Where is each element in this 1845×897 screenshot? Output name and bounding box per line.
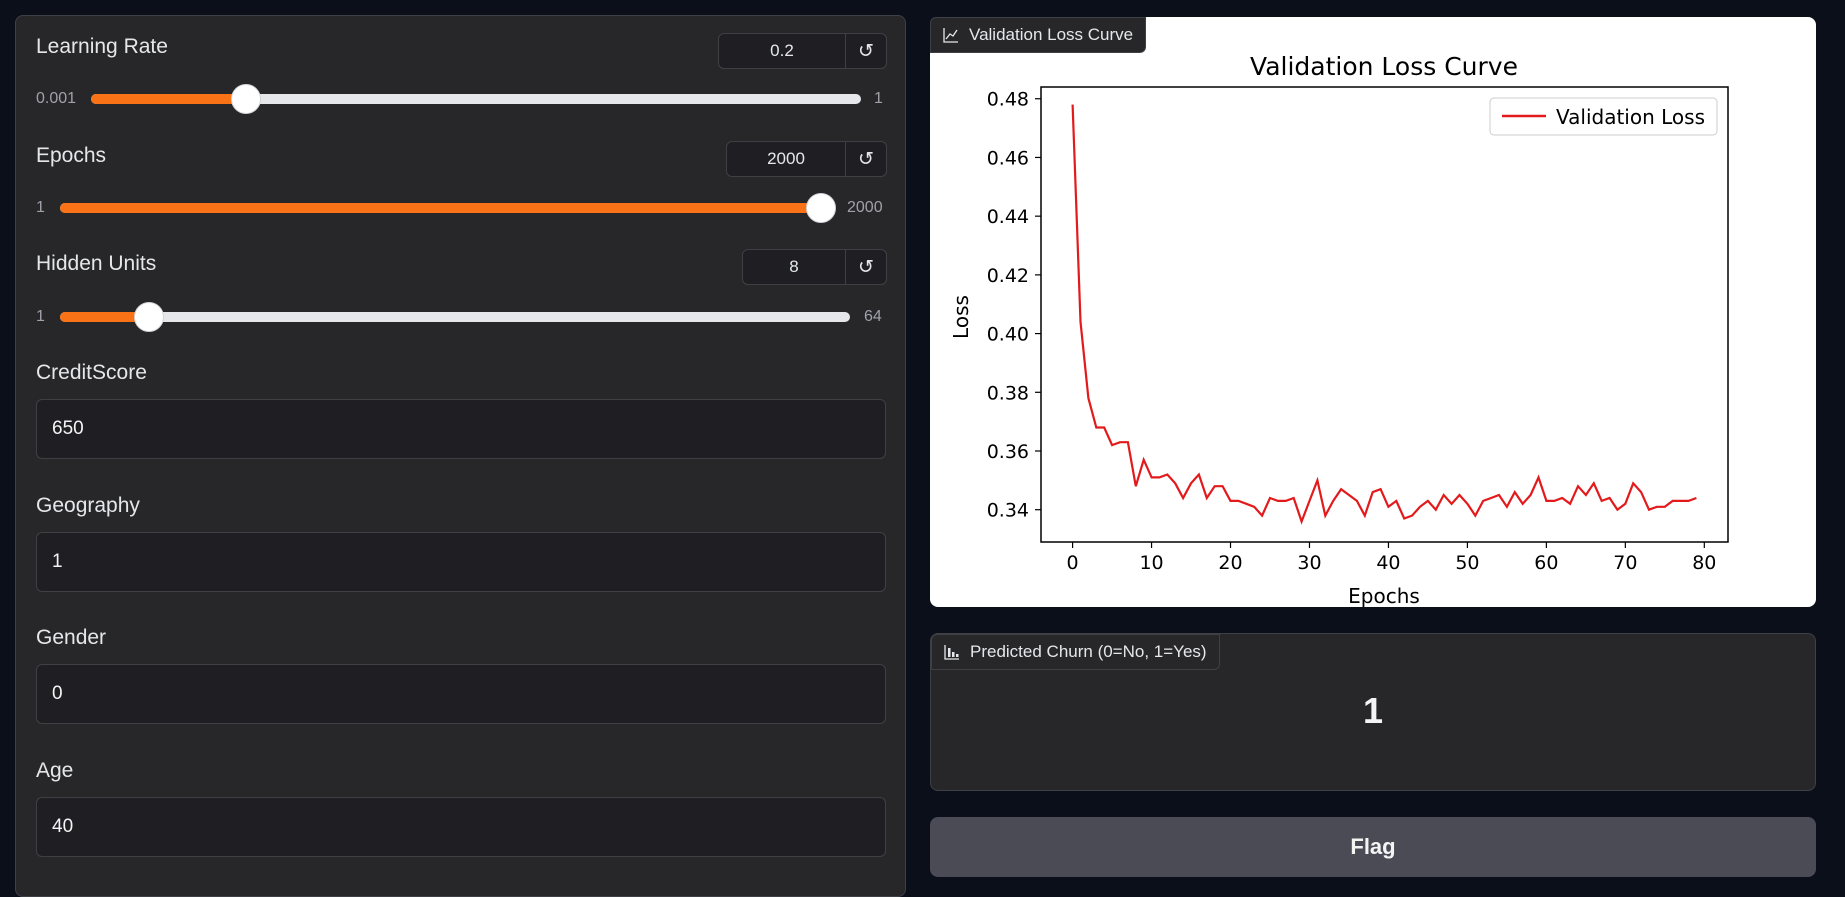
learning-rate-slider-fill bbox=[91, 94, 245, 104]
x-tick-label: 30 bbox=[1297, 552, 1321, 574]
x-tick-label: 60 bbox=[1534, 552, 1558, 574]
hidden-units-slider-thumb[interactable] bbox=[133, 302, 164, 332]
creditscore-input[interactable]: 650 bbox=[36, 399, 886, 459]
learning-rate-slider-thumb[interactable] bbox=[231, 84, 261, 114]
y-tick-label: 0.34 bbox=[987, 500, 1029, 522]
epochs-slider[interactable] bbox=[60, 193, 836, 223]
y-tick-label: 0.40 bbox=[987, 324, 1029, 346]
y-tick-label: 0.48 bbox=[987, 89, 1029, 111]
x-axis-ticks: 0 10 20 30 40 50 60 70 80 bbox=[1067, 542, 1716, 574]
chart-xlabel: Epochs bbox=[1348, 584, 1420, 607]
output-label-text: Predicted Churn (0=No, 1=Yes) bbox=[970, 642, 1207, 661]
flag-button[interactable]: Flag bbox=[930, 817, 1816, 877]
reset-icon: ↺ bbox=[858, 40, 874, 62]
age-input[interactable]: 40 bbox=[36, 797, 886, 857]
epochs-slider-fill bbox=[60, 203, 820, 213]
x-tick-label: 50 bbox=[1455, 552, 1479, 574]
geography-input[interactable]: 1 bbox=[36, 532, 886, 592]
hidden-units-input[interactable]: 8 bbox=[743, 257, 845, 277]
epochs-input[interactable]: 2000 bbox=[727, 149, 845, 169]
plot-label-text: Validation Loss Curve bbox=[969, 25, 1134, 44]
learning-rate-reset-button[interactable]: ↺ bbox=[845, 34, 886, 68]
hidden-units-number-box: 8 ↺ bbox=[742, 249, 887, 285]
y-tick-label: 0.46 bbox=[987, 147, 1029, 169]
epochs-reset-button[interactable]: ↺ bbox=[845, 142, 886, 176]
line-chart-icon bbox=[943, 28, 958, 43]
learning-rate-max: 1 bbox=[874, 90, 883, 107]
y-tick-label: 0.38 bbox=[987, 382, 1029, 404]
x-tick-label: 70 bbox=[1613, 552, 1637, 574]
chart-legend: Validation Loss bbox=[1489, 97, 1718, 136]
age-label: Age bbox=[36, 759, 74, 782]
hidden-units-max: 64 bbox=[864, 308, 882, 325]
epochs-number-box: 2000 ↺ bbox=[726, 141, 887, 177]
learning-rate-number-box: 0.2 ↺ bbox=[718, 33, 887, 69]
epochs-slider-thumb[interactable] bbox=[806, 193, 836, 223]
parameters-panel: Learning Rate 0.2 ↺ 0.001 1 Epochs 2000 … bbox=[15, 15, 906, 897]
validation-loss-series-line bbox=[1071, 104, 1697, 525]
learning-rate-slider[interactable] bbox=[91, 84, 861, 114]
y-tick-label: 0.44 bbox=[987, 206, 1029, 228]
chart-ylabel: Loss bbox=[949, 295, 973, 339]
legend-label: Validation Loss bbox=[1556, 105, 1705, 129]
plot-label-tab: Validation Loss Curve bbox=[930, 17, 1147, 53]
reset-icon: ↺ bbox=[858, 256, 874, 278]
learning-rate-input[interactable]: 0.2 bbox=[719, 41, 845, 61]
prediction-output-panel: Predicted Churn (0=No, 1=Yes) 1 bbox=[930, 633, 1816, 791]
y-tick-label: 0.42 bbox=[987, 265, 1029, 287]
epochs-max: 2000 bbox=[847, 199, 883, 216]
plot-panel: Validation Loss Curve Epochs Loss 0 10 20 3… bbox=[930, 17, 1816, 608]
gender-input[interactable]: 0 bbox=[36, 664, 886, 724]
plot-area-frame bbox=[1040, 86, 1729, 543]
hidden-units-min: 1 bbox=[36, 308, 45, 325]
gender-label: Gender bbox=[36, 626, 107, 649]
x-tick-label: 20 bbox=[1218, 552, 1242, 574]
x-tick-label: 40 bbox=[1376, 552, 1400, 574]
learning-rate-min: 0.001 bbox=[36, 90, 77, 107]
learning-rate-label: Learning Rate bbox=[36, 35, 168, 58]
geography-label: Geography bbox=[36, 494, 140, 517]
output-label-tab: Predicted Churn (0=No, 1=Yes) bbox=[931, 634, 1220, 670]
predicted-churn-value: 1 bbox=[1362, 690, 1384, 731]
hidden-units-label: Hidden Units bbox=[36, 252, 157, 275]
hidden-units-reset-button[interactable]: ↺ bbox=[845, 250, 886, 284]
y-tick-label: 0.36 bbox=[987, 441, 1029, 463]
reset-icon: ↺ bbox=[858, 148, 874, 170]
x-tick-label: 80 bbox=[1692, 552, 1716, 574]
chart-title: Validation Loss Curve bbox=[1250, 52, 1518, 81]
hidden-units-slider[interactable] bbox=[60, 302, 850, 332]
bar-chart-icon bbox=[944, 645, 959, 660]
x-tick-label: 10 bbox=[1139, 552, 1163, 574]
epochs-min: 1 bbox=[36, 199, 45, 216]
epochs-label: Epochs bbox=[36, 144, 107, 167]
creditscore-label: CreditScore bbox=[36, 361, 147, 384]
validation-loss-chart: Validation Loss Curve Epochs Loss 0 10 20 3… bbox=[949, 52, 1729, 608]
y-axis-ticks: 0.34 0.36 0.38 0.40 0.42 0.44 0.46 0.48 bbox=[987, 89, 1041, 522]
x-tick-label: 0 bbox=[1067, 552, 1079, 574]
